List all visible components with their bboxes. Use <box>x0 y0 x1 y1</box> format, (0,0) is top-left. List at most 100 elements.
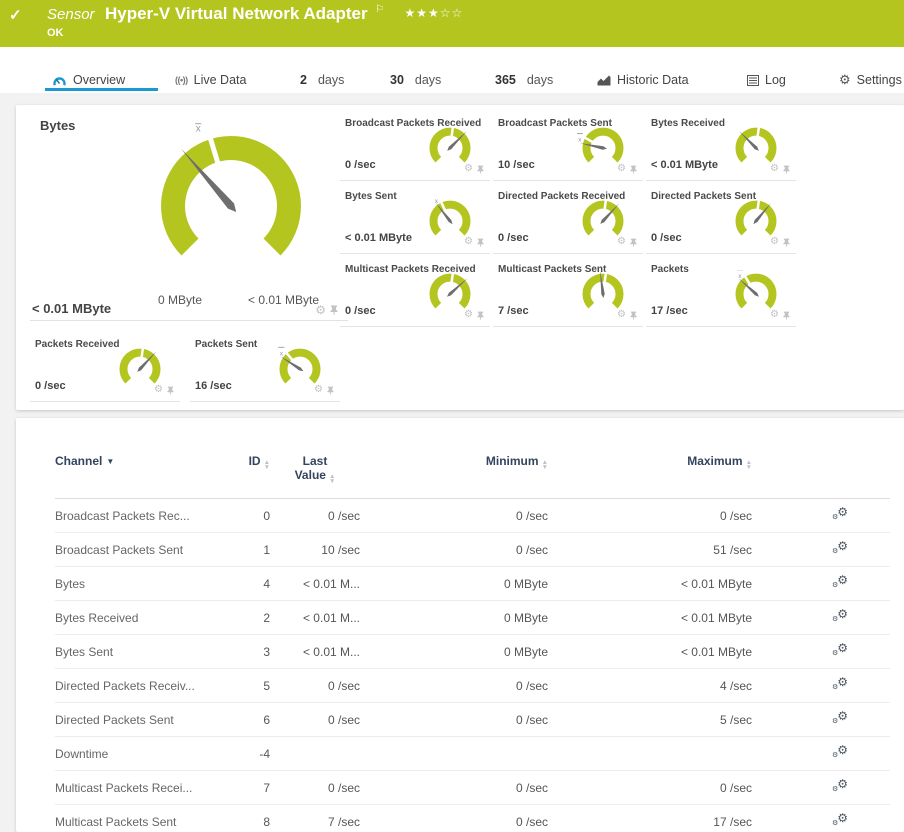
flag-icon[interactable]: ⚐ <box>375 4 384 15</box>
table-row[interactable]: Broadcast Packets Rec... 0 0 /sec 0 /sec… <box>55 498 890 533</box>
gauge-cell-directed-packets-received: Directed Packets Received 0 /sec ⚙ <box>493 185 643 254</box>
tab-2-days[interactable]: 2 days <box>300 69 344 91</box>
channel-name-link[interactable]: Broadcast Packets Rec... <box>55 509 190 523</box>
tab-label-number: 30 <box>390 73 404 87</box>
channel-maximum <box>548 736 752 771</box>
table-row[interactable]: Bytes Sent 3 < 0.01 M... 0 MByte < 0.01 … <box>55 634 890 669</box>
column-header-channel[interactable]: Channel ▼ <box>55 446 240 499</box>
pin-icon[interactable] <box>167 386 174 395</box>
tab-historic-data[interactable]: Historic Data <box>597 69 689 91</box>
channel-settings-icon[interactable]: ⚙ ⚙ <box>832 744 848 760</box>
gear-icon[interactable]: ⚙ <box>617 310 626 320</box>
pin-icon[interactable] <box>630 311 637 320</box>
channel-settings-icon[interactable]: ⚙ ⚙ <box>832 574 848 590</box>
channel-name-link[interactable]: Multicast Packets Recei... <box>55 781 192 795</box>
column-header-minimum[interactable]: Minimum ▲ ▼ <box>360 446 548 499</box>
gauge-icon <box>52 73 67 87</box>
channel-last-value <box>270 736 360 771</box>
sort-icon[interactable]: ▲ ▼ <box>746 459 752 471</box>
pin-icon[interactable] <box>783 165 790 174</box>
gear-icon[interactable]: ⚙ <box>770 237 779 247</box>
gauge-cell-multicast-packets-received: Multicast Packets Received 0 /sec ⚙ <box>340 258 490 327</box>
gauge-cell-actions: ⚙ <box>617 164 637 174</box>
tab-live-data[interactable]: ((•)) Live Data <box>175 69 246 91</box>
pin-icon[interactable] <box>630 238 637 247</box>
gear-icon[interactable]: ⚙ <box>617 164 626 174</box>
tab-365-days[interactable]: 365 days <box>495 69 553 91</box>
channel-name-link[interactable]: Bytes Sent <box>55 645 113 659</box>
table-header-row: Channel ▼ ID ▲ ▼ Last Value ▲ ▼ Minimum ▲ ▼ Max… <box>55 446 890 499</box>
status-badge: OK <box>47 27 64 39</box>
table-row[interactable]: Multicast Packets Recei... 7 0 /sec 0 /s… <box>55 770 890 805</box>
pin-icon[interactable] <box>327 386 334 395</box>
tab-label: Live Data <box>193 73 247 87</box>
channel-name-link[interactable]: Multicast Packets Sent <box>55 815 176 829</box>
channel-name-link[interactable]: Bytes <box>55 577 85 591</box>
gauge-title: Packets <box>651 264 689 275</box>
channel-settings-icon[interactable]: ⚙ ⚙ <box>832 710 848 726</box>
tab-label: Settings <box>856 73 902 87</box>
gear-icon[interactable]: ⚙ <box>770 164 779 174</box>
table-row[interactable]: Directed Packets Sent 6 0 /sec 0 /sec 5 … <box>55 702 890 737</box>
pin-icon[interactable] <box>783 238 790 247</box>
gauge-scale-max: < 0.01 MByte <box>248 293 320 307</box>
gear-icon[interactable]: ⚙ <box>464 237 473 247</box>
tab-30-days[interactable]: 30 days <box>390 69 441 91</box>
sort-icon[interactable]: ▲ ▼ <box>264 459 270 471</box>
column-header-label: Channel <box>55 454 103 468</box>
column-header-last-value[interactable]: Last Value ▲ ▼ <box>270 446 360 499</box>
pin-icon[interactable] <box>330 305 338 315</box>
channel-maximum: < 0.01 MByte <box>548 566 752 601</box>
column-header-maximum[interactable]: Maximum ▲ ▼ <box>548 446 752 499</box>
sort-icon[interactable]: ▲ ▼ <box>542 459 548 471</box>
gauge-title: Bytes Sent <box>345 191 397 202</box>
gauge-cell-packets-received: Packets Received 0 /sec ⚙ <box>30 333 180 402</box>
table-row[interactable]: Downtime -4 ⚙ ⚙ <box>55 736 890 771</box>
channel-settings-icon[interactable]: ⚙ ⚙ <box>832 608 848 624</box>
channel-name-link[interactable]: Downtime <box>55 747 108 761</box>
gauge-cell-bytes-received: Bytes Received < 0.01 MByte ⚙ <box>646 112 796 181</box>
channel-minimum: 0 /sec <box>360 770 548 805</box>
gear-icon[interactable]: ⚙ <box>154 385 163 395</box>
sort-caret-icon[interactable]: ▼ <box>106 457 114 466</box>
gear-icon[interactable]: ⚙ <box>464 310 473 320</box>
channel-settings-icon[interactable]: ⚙ ⚙ <box>832 778 848 794</box>
gauge-scale-min: 0 MByte <box>158 293 203 307</box>
pin-icon[interactable] <box>477 165 484 174</box>
channel-name-link[interactable]: Broadcast Packets Sent <box>55 543 183 557</box>
table-row[interactable]: Bytes Received 2 < 0.01 M... 0 MByte < 0… <box>55 600 890 635</box>
page-title: Hyper-V Virtual Network Adapter <box>104 4 368 23</box>
gear-icon[interactable]: ⚙ <box>314 385 323 395</box>
channel-maximum: 17 /sec <box>548 804 752 832</box>
sort-icon[interactable]: ▲ ▼ <box>329 473 335 485</box>
gauge-cell-actions: ⚙ <box>314 385 334 395</box>
channel-settings-icon[interactable]: ⚙ ⚙ <box>832 812 848 828</box>
gear-icon[interactable]: ⚙ <box>464 164 473 174</box>
channel-settings-icon[interactable]: ⚙ ⚙ <box>832 642 848 658</box>
channel-name-link[interactable]: Directed Packets Sent <box>55 713 174 727</box>
channel-settings-icon[interactable]: ⚙ ⚙ <box>832 506 848 522</box>
pin-icon[interactable] <box>477 238 484 247</box>
tab-settings[interactable]: ⚙ Settings <box>839 69 902 91</box>
gear-icon[interactable]: ⚙ <box>617 237 626 247</box>
pin-icon[interactable] <box>630 165 637 174</box>
pin-icon[interactable] <box>783 311 790 320</box>
channel-settings-icon[interactable]: ⚙ ⚙ <box>832 540 848 556</box>
table-row[interactable]: Bytes 4 < 0.01 M... 0 MByte < 0.01 MByte… <box>55 566 890 601</box>
table-row[interactable]: Multicast Packets Sent 8 7 /sec 0 /sec 1… <box>55 804 890 832</box>
table-row[interactable]: Broadcast Packets Sent 1 10 /sec 0 /sec … <box>55 532 890 567</box>
pin-icon[interactable] <box>477 311 484 320</box>
column-header-id[interactable]: ID ▲ ▼ <box>240 446 270 499</box>
broadcast-icon: ((•)) <box>175 75 188 85</box>
gear-icon[interactable]: ⚙ <box>315 304 326 316</box>
channel-name-link[interactable]: Bytes Received <box>55 611 138 625</box>
channel-name-link[interactable]: Directed Packets Receiv... <box>55 679 195 693</box>
channel-last-value: 0 /sec <box>270 770 360 805</box>
table-row[interactable]: Directed Packets Receiv... 5 0 /sec 0 /s… <box>55 668 890 703</box>
gear-icon[interactable]: ⚙ <box>770 310 779 320</box>
priority-stars[interactable]: ★★★☆☆ <box>404 6 463 20</box>
gauge-value: 0 /sec <box>651 232 682 244</box>
tab-log[interactable]: Log <box>747 69 786 91</box>
channel-minimum: 0 /sec <box>360 702 548 737</box>
channel-settings-icon[interactable]: ⚙ ⚙ <box>832 676 848 692</box>
